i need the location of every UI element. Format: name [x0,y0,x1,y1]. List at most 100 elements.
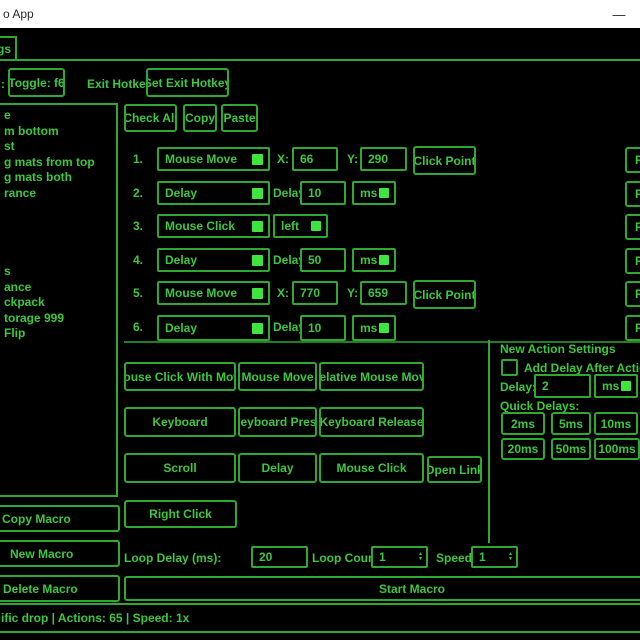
y-input[interactable]: 290 [360,147,407,171]
macro-list-item[interactable] [0,217,116,233]
settings-delay-label: Delay: [500,380,536,394]
loop-count-value: 1 [379,550,386,564]
click-point-button[interactable]: Click Point [413,146,476,175]
minimize-button[interactable]: — [598,0,640,28]
macro-list-item[interactable]: torage 999 [0,311,116,327]
copy-macro-button[interactable]: Copy Macro [0,505,120,532]
add-delay-after-action-label: Add Delay After Action [524,361,640,375]
add-delay-button[interactable]: Delay [238,453,317,483]
copy-button[interactable]: Copy [183,104,217,132]
button-label: 10ms [601,417,632,431]
loop-delay-input[interactable]: 20 [251,546,308,568]
macro-list[interactable]: e m bottom st g mats from top g mats bot… [0,103,118,497]
action-row-number: 4. [133,253,143,267]
delay-unit-dropdown[interactable]: ms [352,315,396,341]
y-value: 290 [368,152,388,166]
action-type-dropdown[interactable]: Delay [157,248,270,272]
action-type-dropdown[interactable]: Delay [157,181,270,205]
stepper-arrows-icon[interactable]: ▲▼ [418,552,423,562]
add-right-click-button[interactable]: Right Click [124,500,237,528]
macro-list-item[interactable] [0,202,116,218]
remove-row-button[interactable]: Remove [625,181,640,207]
add-mouse-click-button[interactable]: Mouse Click [319,453,424,483]
delay-input[interactable]: 10 [300,315,346,341]
button-label: 50ms [556,442,587,456]
new-macro-button[interactable]: New Macro [0,540,120,567]
check-all-button[interactable]: Check All [124,104,177,132]
set-exit-hotkey-button-label: Set Exit Hotkey [146,76,229,90]
macro-list-item[interactable]: Flip [0,326,116,342]
toggle-hotkey-button[interactable]: Toggle: f6 [8,68,65,97]
loop-count-stepper[interactable]: 1 ▲▼ [371,546,428,568]
macro-list-item[interactable]: s [0,264,116,280]
macro-list-item[interactable] [0,233,116,249]
action-type-value: Delay [165,253,197,267]
delay-unit-value: ms [360,321,377,335]
paste-button[interactable]: Paste [221,104,258,132]
quick-delay-20ms-button[interactable]: 20ms [501,438,545,460]
toggle-hotkey-label: : [1,77,5,91]
button-label: Open Link [427,463,482,477]
quick-delay-50ms-button[interactable]: 50ms [551,438,591,460]
delete-macro-button[interactable]: Delete Macro [0,575,120,602]
delay-input[interactable]: 50 [300,248,346,272]
delay-input[interactable]: 10 [300,181,346,205]
title-bar: o App — [0,0,640,28]
add-delay-after-action-checkbox[interactable] [501,359,518,376]
remove-row-button[interactable]: Remove [625,147,640,173]
dropdown-arrow-icon [621,381,631,391]
add-keyboard-press-button[interactable]: Keyboard Press [238,407,317,437]
delay-unit-dropdown[interactable]: ms [352,248,396,272]
delay-unit-dropdown[interactable]: ms [352,181,396,205]
macro-list-item[interactable]: ance [0,280,116,296]
quick-delay-100ms-button[interactable]: 100ms [594,438,640,460]
button-label: Mouse Click With Move [124,370,236,384]
tab-settings[interactable]: gs [0,36,17,61]
remove-row-button[interactable]: Remove [625,214,640,240]
action-row-number: 3. [133,219,143,233]
action-type-dropdown[interactable]: Mouse Click [157,214,270,238]
quick-delay-5ms-button[interactable]: 5ms [551,412,591,435]
y-label: Y: [347,152,358,166]
add-keyboard-release-button[interactable]: Keyboard Release [319,407,424,437]
macro-list-item[interactable]: st [0,139,116,155]
mouse-button-dropdown[interactable]: left [273,214,328,238]
start-macro-label: Start Macro [379,582,445,596]
action-type-dropdown[interactable]: Mouse Move [157,281,270,305]
remove-row-button[interactable]: Remove [625,281,640,307]
button-label: 5ms [559,417,583,431]
speed-stepper[interactable]: 1 ▲▼ [471,546,518,568]
action-type-dropdown[interactable]: Delay [157,315,270,341]
add-mouse-click-with-move-button[interactable]: Mouse Click With Move [124,362,236,391]
click-point-button[interactable]: Click Point [413,280,476,309]
settings-delay-input[interactable]: 2 [534,374,591,398]
macro-list-item[interactable] [0,248,116,264]
action-type-dropdown[interactable]: Mouse Move [157,147,270,171]
button-label: 2ms [511,417,535,431]
macro-list-item[interactable]: m bottom [0,124,116,140]
stepper-arrows-icon[interactable]: ▲▼ [508,552,513,562]
add-scroll-button[interactable]: Scroll [124,453,236,483]
x-input[interactable]: 66 [292,147,338,171]
x-input[interactable]: 770 [292,281,338,305]
set-exit-hotkey-button[interactable]: Set Exit Hotkey [146,68,229,97]
macro-list-item[interactable]: g mats from top [0,155,116,171]
dropdown-arrow-icon [379,255,389,265]
add-keyboard-button[interactable]: Keyboard [124,407,236,437]
start-macro-button[interactable]: Start Macro [124,576,640,601]
window-title: o App [3,7,34,21]
y-input[interactable]: 659 [360,281,407,305]
remove-row-label: Remove [635,321,640,335]
add-relative-mouse-move-button[interactable]: Relative Mouse Move [319,362,424,391]
macro-list-item[interactable]: ckpack [0,295,116,311]
add-mouse-move-button[interactable]: Mouse Move [238,362,317,391]
add-open-link-button[interactable]: Open Link [427,456,482,483]
macro-list-item[interactable]: e [0,108,116,124]
quick-delay-2ms-button[interactable]: 2ms [501,412,545,435]
quick-delay-10ms-button[interactable]: 10ms [594,412,638,435]
settings-delay-unit-dropdown[interactable]: ms [594,374,638,398]
macro-list-item[interactable]: g mats both [0,170,116,186]
macro-list-item[interactable]: rance [0,186,116,202]
remove-row-button[interactable]: Remove [625,248,640,274]
remove-row-button[interactable]: Remove [625,315,640,341]
